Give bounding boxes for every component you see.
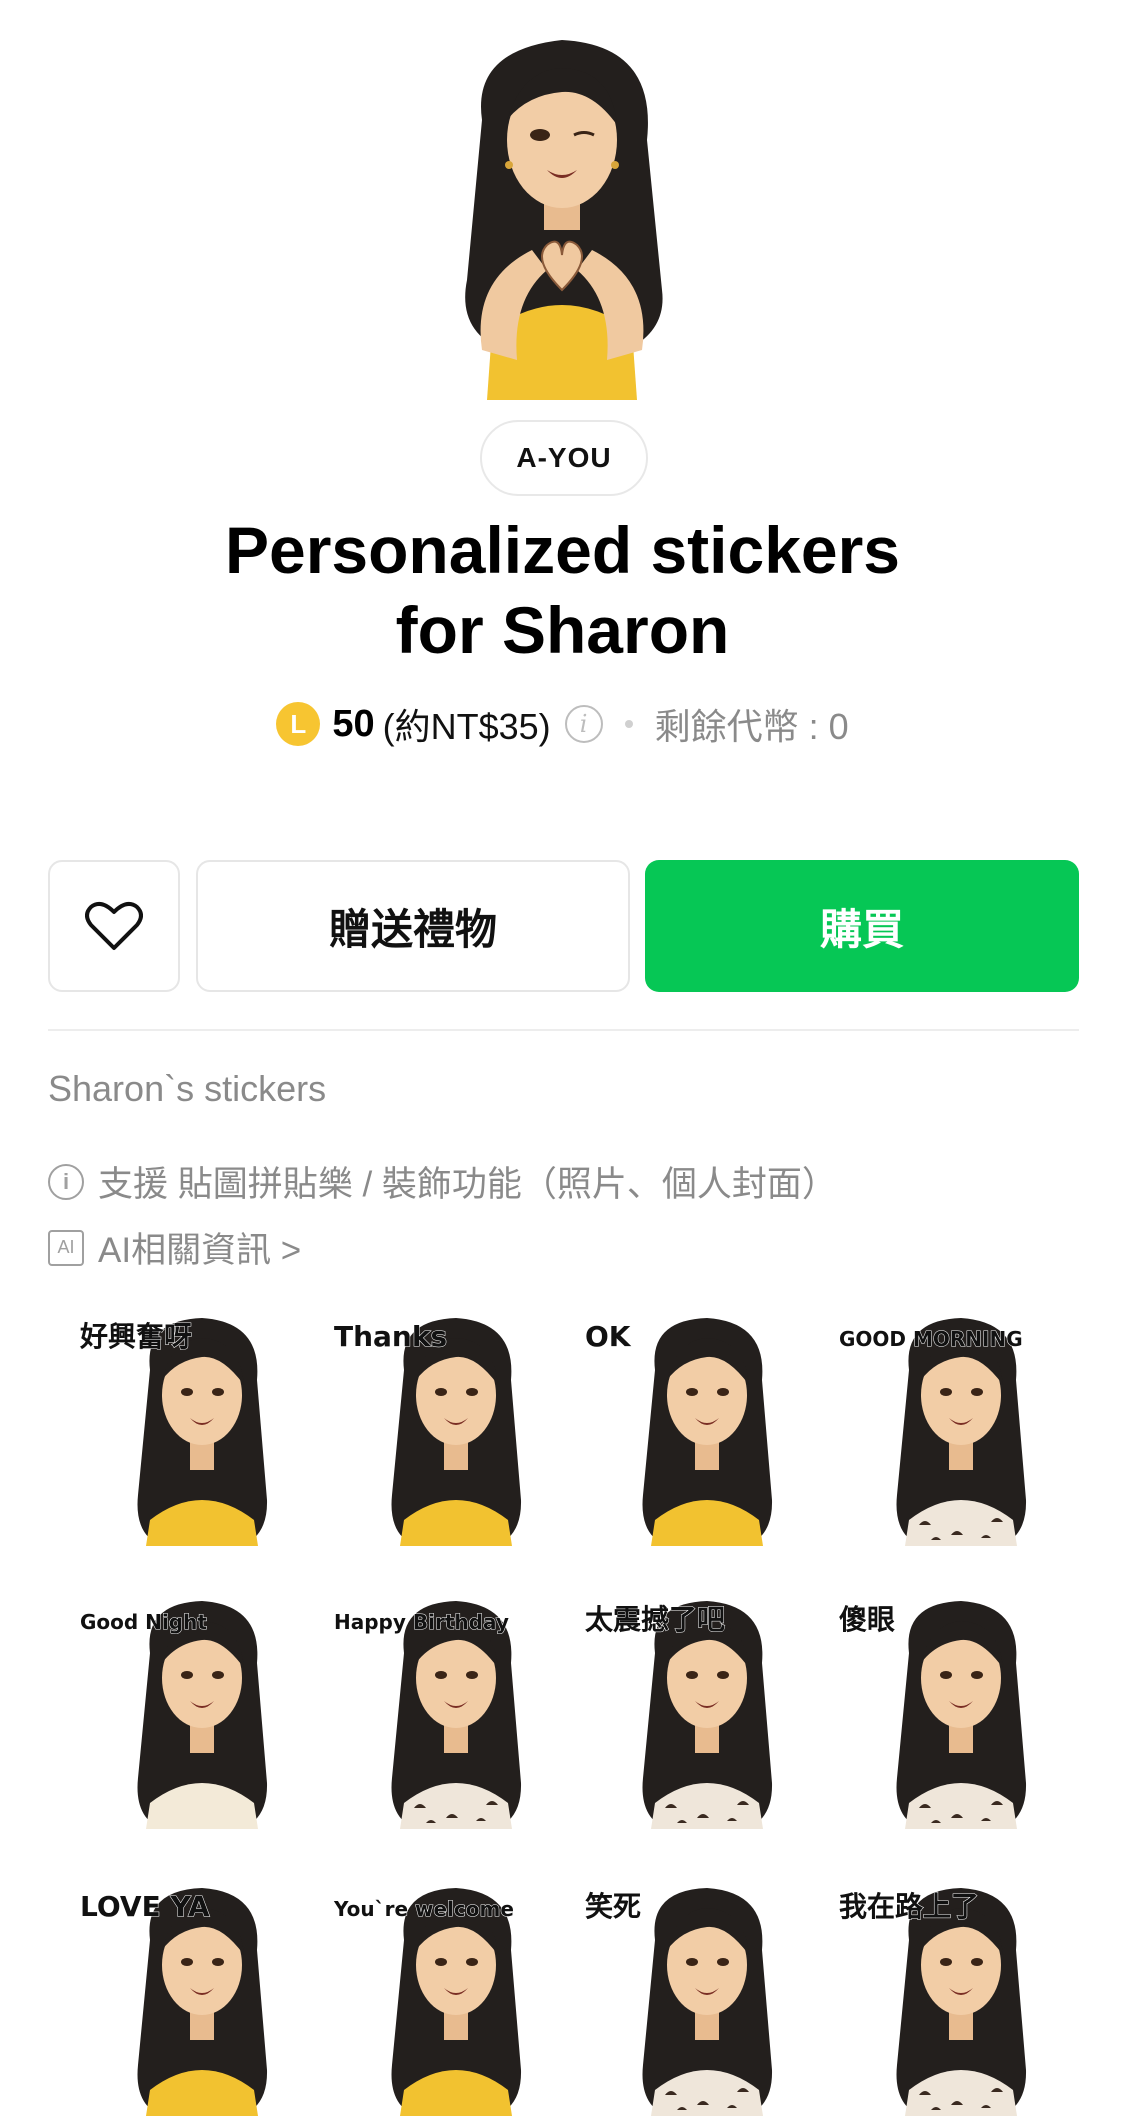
sticker-image: Good Night (80, 1601, 268, 1829)
title-line-2: for Sharon (395, 593, 730, 667)
hero-sticker-image (412, 30, 712, 400)
sticker-image: 傻眼 (839, 1601, 1027, 1829)
sticker-item[interactable]: OK (577, 1310, 813, 1546)
sticker-item[interactable]: You`re welcome (326, 1880, 562, 2116)
sticker-caption: 好興奮呀 (79, 1320, 192, 1353)
ai-info-link[interactable]: AI AI相關資訊 > (48, 1222, 301, 1273)
sticker-image: GOOD MORNING (839, 1318, 1027, 1546)
divider (48, 1029, 1079, 1031)
sticker-item[interactable]: Thanks (326, 1310, 562, 1546)
sticker-image: LOVE YA (80, 1888, 268, 2116)
sticker-image: 我在路上了 (839, 1888, 1027, 2116)
sticker-item[interactable]: 好興奮呀 (72, 1310, 308, 1546)
sticker-item[interactable]: 太震撼了吧 (577, 1593, 813, 1829)
heart-outline-icon (85, 901, 143, 950)
feature-support-note: i 支援 貼圖拼貼樂 / 裝飾功能（照片、個人封面） (48, 1156, 837, 1207)
sticker-image: OK (585, 1318, 773, 1546)
separator-dot (624, 720, 633, 728)
sticker-item[interactable]: Happy Birthday (326, 1593, 562, 1829)
line-coin-icon: L (276, 702, 321, 746)
favorite-button[interactable] (48, 860, 180, 992)
page-title: Personalized stickers for Sharon (60, 510, 1065, 670)
sticker-image: You`re welcome (333, 1888, 522, 2116)
send-gift-button[interactable]: 贈送禮物 (196, 860, 630, 992)
price-info-icon[interactable]: i (564, 705, 603, 743)
sticker-caption: 笑死 (585, 1890, 641, 1923)
sticker-caption: 我在路上了 (839, 1890, 979, 1923)
price-nt: (約NT$35) (382, 706, 551, 747)
sticker-item[interactable]: 笑死 (577, 1880, 813, 2116)
support-note-text: 支援 貼圖拼貼樂 / 裝飾功能（照片、個人封面） (98, 1165, 837, 1204)
sticker-item[interactable]: LOVE YA (72, 1880, 308, 2116)
sticker-item[interactable]: Good Night (72, 1593, 308, 1829)
ai-icon: AI (48, 1229, 84, 1266)
sticker-image: 太震撼了吧 (585, 1601, 773, 1829)
sticker-item[interactable]: GOOD MORNING (831, 1310, 1067, 1546)
stickers-section-title: Sharon`s stickers (48, 1068, 327, 1109)
sticker-caption: 太震撼了吧 (585, 1603, 725, 1636)
sticker-caption: You`re welcome (333, 1897, 514, 1921)
sticker-caption: Good Night (80, 1610, 207, 1634)
buy-button[interactable]: 購買 (645, 860, 1079, 992)
coin-balance: 剩餘代幣 : 0 (654, 706, 849, 747)
author-badge[interactable]: A-YOU (480, 420, 648, 496)
sticker-image: Thanks (334, 1318, 522, 1546)
sticker-caption: Happy Birthday (334, 1610, 509, 1634)
sticker-image: 笑死 (585, 1888, 773, 2116)
info-icon: i (48, 1163, 84, 1200)
price-row: L 50 (約NT$35) i 剩餘代幣 : 0 (0, 694, 1125, 754)
sticker-caption: OK (585, 1320, 632, 1353)
sticker-image: Happy Birthday (334, 1601, 522, 1829)
title-line-1: Personalized stickers (224, 513, 901, 587)
sticker-caption: GOOD MORNING (839, 1327, 1023, 1351)
sticker-caption: 傻眼 (839, 1603, 895, 1636)
ai-info-text: AI相關資訊 > (98, 1231, 302, 1270)
sticker-item[interactable]: 我在路上了 (831, 1880, 1067, 2116)
price-amount: 50 (332, 702, 375, 745)
sticker-image: 好興奮呀 (79, 1318, 268, 1546)
sticker-caption: Thanks (334, 1320, 447, 1353)
sticker-caption: LOVE YA (80, 1890, 210, 1923)
sticker-item[interactable]: 傻眼 (831, 1593, 1067, 1829)
